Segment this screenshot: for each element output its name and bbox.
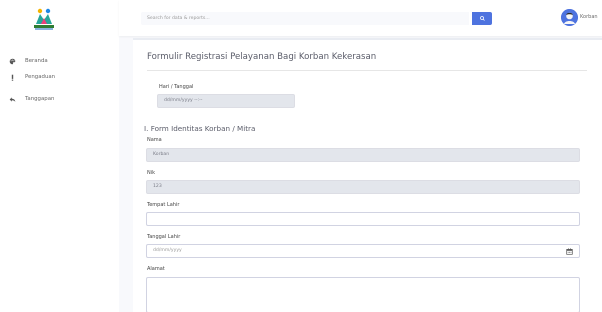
tempat-lahir-label: Tempat Lahir [147,202,180,208]
sidebar-item-tanggapan[interactable]: Tanggapan [8,93,54,105]
calendar-icon[interactable] [566,248,573,255]
sidebar: Beranda Pengaduan Tanggapan [0,0,119,312]
search-button[interactable] [472,12,492,25]
sidebar-item-beranda[interactable]: Beranda [8,55,48,67]
sidebar-item-label: Pengaduan [25,74,56,80]
form-card: Formulir Registrasi Pelayanan Bagi Korba… [133,38,602,312]
alamat-textarea[interactable] [146,277,580,312]
alamat-label: Alamat [147,266,165,272]
search-icon [479,16,485,21]
page-title: Formulir Registrasi Pelayanan Bagi Korba… [147,52,377,62]
sidebar-item-label: Beranda [25,58,48,64]
resize-handle-icon[interactable] [574,307,578,311]
tanggal-lahir-field[interactable]: dd/mm/yyyy [146,244,580,258]
nik-field[interactable]: 123 [146,180,580,194]
title-divider [147,70,587,71]
sidebar-item-pengaduan[interactable]: Pengaduan [8,71,55,83]
section-identitas-title: I. Form Identitas Korban / Mitra [144,124,256,133]
avatar[interactable] [561,9,578,26]
search-input[interactable]: Search for data & reports... [141,12,469,25]
app-logo[interactable] [32,6,56,31]
hari-tanggal-label: Hari / Tanggal [159,84,194,90]
hari-tanggal-field[interactable]: dd/mm/yyyy --:-- [157,94,295,108]
reply-icon [8,95,17,104]
sidebar-item-label: Tanggapan [25,96,55,102]
exclamation-icon [8,73,17,82]
palette-icon [8,57,17,66]
nama-label: Nama [147,137,162,143]
user-name[interactable]: Korban [580,14,598,20]
topbar: Search for data & reports... Korban [119,0,602,36]
tanggal-lahir-label: Tanggal Lahir [147,234,181,240]
tempat-lahir-field[interactable] [146,212,580,226]
tanggal-lahir-value: dd/mm/yyyy [153,248,182,253]
nik-label: Nik [147,170,156,176]
nama-field[interactable]: Korban [146,148,580,162]
